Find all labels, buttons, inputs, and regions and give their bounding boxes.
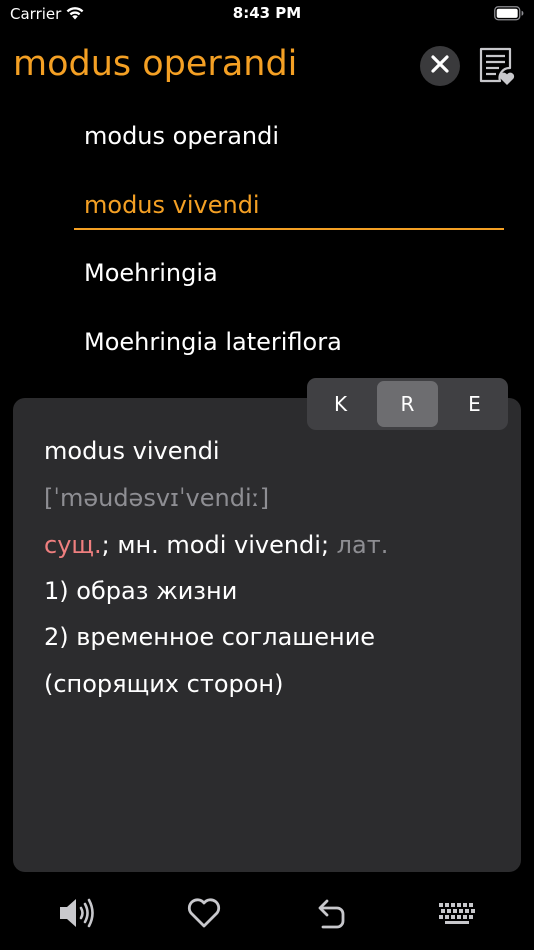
pronounce-button[interactable] <box>55 893 99 937</box>
close-icon <box>431 55 449 77</box>
selection-underline <box>74 228 504 230</box>
clock: 8:43 PM <box>232 4 302 22</box>
keyboard-icon <box>438 901 476 929</box>
definition-sense-2: 2) временное соглашение <box>44 623 376 651</box>
segment-r[interactable]: R <box>377 381 438 427</box>
segment-k[interactable]: K <box>310 381 371 427</box>
dictionary-segmented-control: K R E <box>307 378 508 430</box>
keyboard-button[interactable] <box>435 893 479 937</box>
back-button[interactable] <box>308 893 352 937</box>
suggestion-item[interactable]: modus operandi <box>84 122 279 150</box>
definition-sense-2-continued: (спорящих сторон) <box>44 670 284 698</box>
favorites-list-icon <box>477 47 517 90</box>
definition-transcription: [ˈməudəsvɪˈvendiː] <box>44 484 270 512</box>
undo-icon <box>313 896 347 934</box>
clear-search-button[interactable] <box>420 46 460 86</box>
language-label: лат. <box>336 531 389 559</box>
favorite-button[interactable] <box>182 893 226 937</box>
heart-icon <box>186 897 222 933</box>
suggestion-item-selected[interactable]: modus vivendi <box>84 191 260 219</box>
definition-grammar-line: сущ.; мн. modi vivendi; лат. <box>44 531 388 559</box>
part-of-speech: сущ. <box>44 531 102 559</box>
status-bar: Carrier 8:43 PM <box>0 0 534 30</box>
definition-sense-1: 1) образ жизни <box>44 577 238 605</box>
grammar-info: ; мн. modi vivendi; <box>101 531 337 559</box>
suggestion-item[interactable]: Moehringia lateriflora <box>84 328 342 356</box>
favorites-list-button[interactable] <box>477 46 517 86</box>
speaker-icon <box>57 896 97 934</box>
suggestion-item[interactable]: Moehringia <box>84 259 218 287</box>
battery-icon <box>494 6 524 25</box>
definition-headword: modus vivendi <box>44 437 220 465</box>
search-input[interactable]: modus operandi <box>13 44 297 84</box>
segment-e[interactable]: E <box>444 381 505 427</box>
